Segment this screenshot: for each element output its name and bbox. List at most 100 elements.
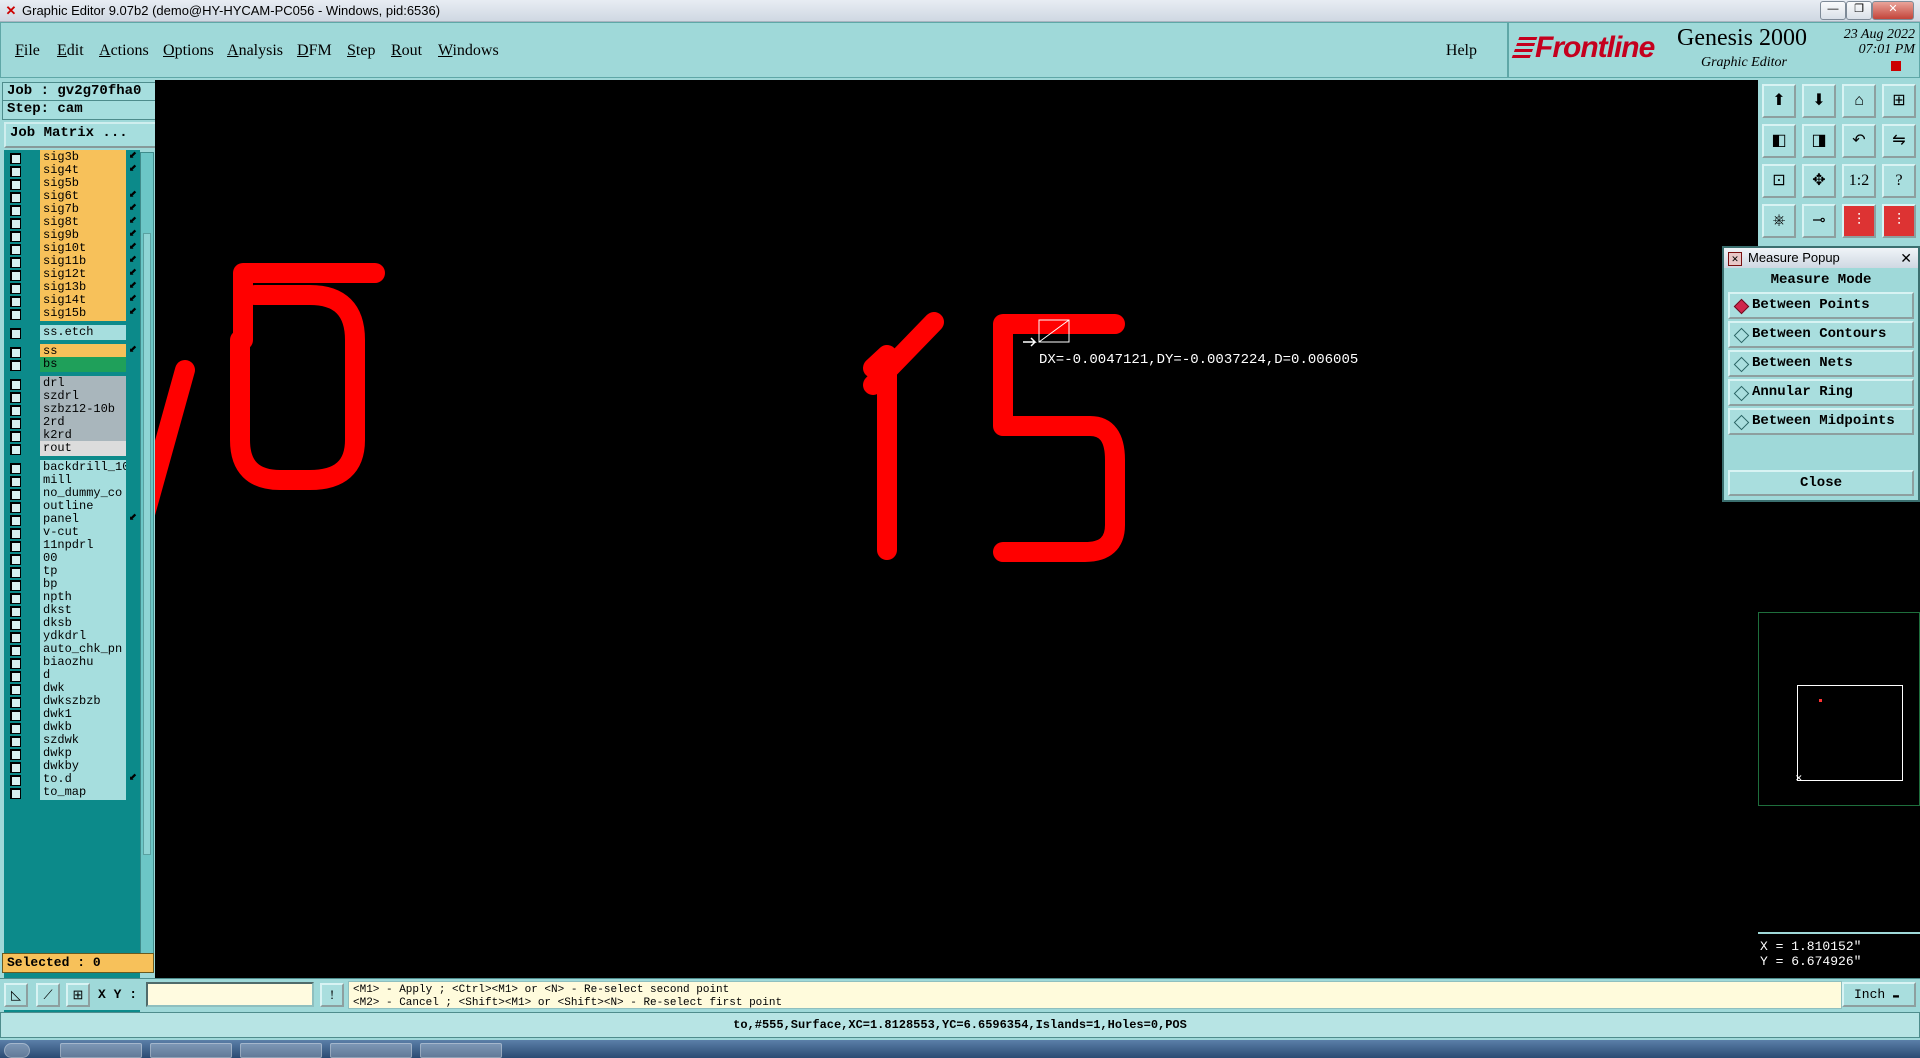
undo-icon[interactable]: ↶	[1842, 124, 1876, 158]
menu-file[interactable]: File	[15, 42, 40, 60]
scale-icon[interactable]: 1:2	[1842, 164, 1876, 198]
open-icon[interactable]: ⬆	[1762, 84, 1796, 118]
layer-checkbox[interactable]	[10, 360, 21, 371]
layer-panel: Job : gv2g70fha0 Step: cam Job Matrix ..…	[0, 80, 158, 1022]
job-label: Job : gv2g70fha0	[2, 82, 158, 102]
next-icon[interactable]: ◨	[1802, 124, 1836, 158]
product-name: Genesis 2000	[1677, 25, 1807, 51]
taskbar-item[interactable]	[330, 1043, 412, 1058]
scroll-thumb[interactable]	[143, 233, 151, 855]
overview-frame	[1797, 685, 1903, 781]
graphic-canvas[interactable]: DX=-0.0047121,DY=-0.0037224,D=0.006005	[155, 80, 1758, 978]
center-icon[interactable]: ✥	[1802, 164, 1836, 198]
layer-checkbox[interactable]	[10, 309, 21, 320]
command-bar: ◺ ⟋ ⊞ X Y : ! <M1> - Apply ; <Ctrl><M1> …	[0, 978, 1920, 1010]
layer-name[interactable]: bs	[40, 357, 126, 372]
layer-affected-icon: ⬋	[128, 163, 137, 174]
option-annular-ring[interactable]: Annular Ring	[1728, 379, 1914, 406]
layer-affected-icon: ⬋	[128, 254, 137, 265]
unit-selector[interactable]: Inch ▬	[1842, 982, 1916, 1007]
menu-analysis[interactable]: Analysis	[227, 42, 283, 60]
layer-affected-icon: ⬋	[128, 772, 137, 783]
grid-tool-icon[interactable]: ⊞	[66, 983, 90, 1007]
route-icon[interactable]: ⇋	[1882, 124, 1916, 158]
taskbar-item[interactable]	[150, 1043, 232, 1058]
menu-windows[interactable]: Windows	[438, 42, 499, 60]
mouse-hint-box: <M1> - Apply ; <Ctrl><M1> or <N> - Re-se…	[348, 981, 1842, 1009]
layer-affected-icon: ⬋	[128, 150, 137, 161]
chevron-down-icon: ▬	[1893, 991, 1900, 1002]
grid-icon[interactable]: ⊞	[1882, 84, 1916, 118]
menu-step[interactable]: Step	[347, 42, 375, 60]
close-window-button[interactable]: ✕	[1872, 1, 1914, 20]
glyph-five-left	[230, 263, 385, 490]
start-button[interactable]	[4, 1043, 30, 1058]
hat-icon[interactable]: ⎈	[1762, 204, 1796, 238]
layer-name[interactable]: to_map	[40, 785, 126, 800]
menu-options[interactable]: Options	[163, 42, 214, 60]
option-between-midpoints[interactable]: Between Midpoints	[1728, 408, 1914, 435]
layer-name[interactable]: ss.etch	[40, 325, 126, 340]
menu-bar: File Edit Actions Options Analysis DFM S…	[0, 22, 1508, 78]
layer-row-rout[interactable]: rout	[4, 441, 140, 456]
help-icon[interactable]: ?	[1882, 164, 1916, 198]
layer-checkbox[interactable]	[10, 788, 21, 799]
menu-dfm[interactable]: DFM	[297, 42, 332, 60]
menu-help[interactable]: Help	[1446, 42, 1477, 60]
cursor-x: X = 1.810152"	[1760, 939, 1862, 954]
brand-panel: Frontline Genesis 2000 Graphic Editor 23…	[1508, 22, 1920, 78]
info-icon[interactable]: !	[320, 983, 344, 1007]
option-between-points[interactable]: Between Points	[1728, 292, 1914, 319]
layer-affected-icon: ⬋	[128, 228, 137, 239]
layers-red2-icon[interactable]: ⫶	[1882, 204, 1916, 238]
frontline-logo: Frontline	[1510, 31, 1655, 65]
layers-red-icon[interactable]: ⫶	[1842, 204, 1876, 238]
home-icon[interactable]: ⌂	[1842, 84, 1876, 118]
menu-rout[interactable]: Rout	[391, 42, 422, 60]
layer-row-sig15b[interactable]: sig15b ⬋	[4, 306, 140, 321]
date-time: 23 Aug 2022 07:01 PM	[1843, 27, 1915, 57]
hint-line-1: <M1> - Apply ; <Ctrl><M1> or <N> - Re-se…	[353, 984, 730, 996]
layer-row-to-map[interactable]: to_map	[4, 785, 140, 800]
measure-popup-titlebar[interactable]: ✕ Measure Popup ✕	[1724, 248, 1918, 268]
job-matrix-button[interactable]: Job Matrix ...	[4, 122, 158, 148]
measure-close-button[interactable]: Close	[1728, 470, 1914, 496]
layer-list: sig3b ⬋ sig4t ⬋ sig5b sig6t ⬋ sig7b ⬋ sig8t ⬋ sig9b…	[4, 150, 140, 1022]
save-icon[interactable]: ⬇	[1802, 84, 1836, 118]
overview-map[interactable]: ✕	[1758, 612, 1920, 806]
origin-cross-icon: ✕	[1795, 773, 1803, 783]
minimize-button[interactable]: —	[1820, 1, 1846, 20]
popup-close-icon[interactable]: ✕	[1900, 248, 1912, 268]
layer-affected-icon: ⬋	[128, 202, 137, 213]
measure-tool-icon[interactable]: ⟋	[36, 983, 60, 1007]
layer-row-bs[interactable]: bs	[4, 357, 140, 372]
layer-checkbox[interactable]	[10, 328, 21, 339]
snap-icon[interactable]: ◺	[4, 983, 28, 1007]
taskbar-item[interactable]	[420, 1043, 502, 1058]
layer-list-scrollbar[interactable]	[140, 152, 154, 954]
xy-input[interactable]	[146, 982, 314, 1007]
layer-affected-icon: ⬋	[128, 189, 137, 200]
selected-count: Selected : 0	[2, 953, 154, 973]
fit-icon[interactable]: ⊡	[1762, 164, 1796, 198]
measure-readout: DX=-0.0047121,DY=-0.0037224,D=0.006005	[1039, 352, 1359, 368]
menu-actions[interactable]: Actions	[99, 42, 149, 60]
product-subtitle: Graphic Editor	[1701, 55, 1787, 70]
xy-label: X Y :	[98, 987, 138, 1002]
menu-edit[interactable]: Edit	[57, 42, 84, 60]
maximize-button[interactable]: ❐	[1846, 1, 1872, 20]
layer-name[interactable]: sig15b	[40, 306, 126, 321]
radio-icon	[1733, 356, 1750, 373]
glyph-slash	[155, 360, 195, 516]
option-between-contours[interactable]: Between Contours	[1728, 321, 1914, 348]
taskbar-item[interactable]	[60, 1043, 142, 1058]
layer-checkbox[interactable]	[10, 444, 21, 455]
taskbar-item[interactable]	[240, 1043, 322, 1058]
hint-line-2: <M2> - Cancel ; <Shift><M1> or <Shift><N…	[353, 997, 783, 1009]
cursor-icon[interactable]: ⊸	[1802, 204, 1836, 238]
layer-row-ss-etch[interactable]: ss.etch	[4, 325, 140, 340]
step-label: Step: cam	[2, 100, 158, 120]
prev-icon[interactable]: ◧	[1762, 124, 1796, 158]
option-between-nets[interactable]: Between Nets	[1728, 350, 1914, 377]
layer-name[interactable]: rout	[40, 441, 126, 456]
